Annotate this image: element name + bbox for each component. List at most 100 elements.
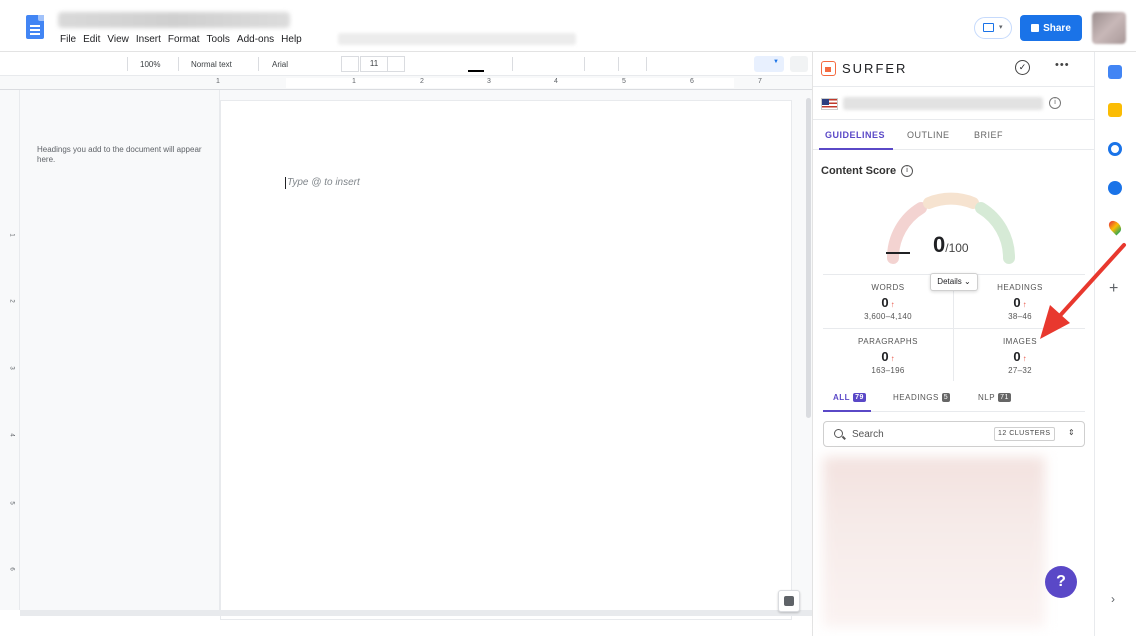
toolbar-divider [512, 57, 513, 71]
surfer-brand: SURFER [842, 61, 908, 76]
stat-images[interactable]: IMAGES 0 ↑ 27–32 [955, 337, 1085, 375]
share-label: Share [1043, 22, 1071, 34]
tasks-icon[interactable] [1108, 142, 1122, 156]
surfer-logo-icon [821, 61, 836, 76]
ruler-number: 5 [622, 78, 626, 85]
google-docs-logo-icon[interactable] [26, 15, 44, 39]
font-size-input[interactable]: 11 [360, 56, 388, 72]
stat-range: 27–32 [1008, 366, 1032, 375]
us-flag-icon [821, 98, 838, 110]
hide-menus-button[interactable] [790, 56, 808, 72]
filter-tab-nlp[interactable]: NLP 71 [978, 393, 1011, 402]
menu-view[interactable]: View [107, 34, 129, 45]
arrow-up-icon: ↑ [1022, 300, 1027, 309]
document-scrollbar[interactable] [806, 98, 811, 418]
ruler-number: 3 [8, 366, 15, 370]
increase-font-size-button[interactable] [387, 56, 405, 72]
term-search-box[interactable]: Search 12 CLUSTERS ⇕ [823, 421, 1085, 447]
gauge-segment-low [886, 202, 927, 264]
chevron-right-icon[interactable]: › [1111, 592, 1115, 606]
menu-help[interactable]: Help [281, 34, 302, 45]
stat-label: PARAGRAPHS [858, 337, 918, 346]
ruler-number: 1 [216, 78, 220, 85]
ruler-number: 2 [8, 299, 15, 303]
document-outline-panel: Headings you add to the document will ap… [20, 90, 220, 610]
outline-hint: Headings you add to the document will ap… [37, 145, 202, 164]
document-canvas: Type @ to insert [220, 90, 812, 620]
lock-icon [1031, 24, 1040, 32]
menu-addons[interactable]: Add-ons [237, 34, 274, 45]
tab-brief[interactable]: BRIEF [974, 130, 1003, 140]
gauge-segment-mid [923, 192, 979, 209]
menu-tools[interactable]: Tools [207, 34, 230, 45]
filter-tab-label: NLP [978, 393, 996, 402]
ruler-number: 4 [554, 78, 558, 85]
document-page[interactable]: Type @ to insert [220, 100, 792, 620]
surfer-header: SURFER ✓ ••• [813, 52, 1095, 86]
score-max: /100 [945, 241, 969, 255]
horizontal-ruler: 1 1 2 3 4 5 6 7 [0, 76, 812, 90]
decrease-font-size-button[interactable] [341, 56, 359, 72]
clusters-select[interactable]: 12 CLUSTERS [994, 427, 1055, 441]
details-dropdown[interactable]: Details ⌄ [930, 273, 978, 291]
calendar-icon[interactable] [1108, 65, 1122, 79]
stat-range: 3,600–4,140 [864, 312, 912, 321]
font-select[interactable]: Arial [272, 60, 288, 69]
more-options-icon[interactable]: ••• [1055, 59, 1070, 71]
surfer-tabs: GUIDELINES OUTLINE BRIEF [813, 120, 1095, 150]
arrow-up-icon: ↑ [890, 300, 895, 309]
style-select[interactable]: Normal text [191, 60, 232, 69]
info-icon[interactable]: i [901, 165, 913, 177]
stat-paragraphs[interactable]: PARAGRAPHS 0 ↑ 163–196 [823, 337, 953, 375]
contacts-icon[interactable] [1108, 181, 1122, 195]
side-panel-addons: + › [1094, 52, 1136, 636]
ruler-number: 3 [487, 78, 491, 85]
present-icon [983, 23, 994, 32]
document-placeholder[interactable]: Type @ to insert [285, 177, 360, 189]
filter-tab-all[interactable]: ALL 79 [833, 393, 866, 402]
toolbar-divider [618, 57, 619, 71]
content-score-title: Content Score [821, 165, 897, 177]
gauge-needle [886, 252, 910, 254]
editing-mode-button[interactable]: ▼ [754, 56, 784, 72]
surfer-sidebar: SURFER ✓ ••• i GUIDELINES OUTLINE BRIEF … [812, 52, 1095, 636]
account-avatar[interactable] [1092, 12, 1126, 44]
horizontal-scrollbar[interactable] [20, 610, 812, 616]
toolbar-divider [127, 57, 128, 71]
filter-tab-label: HEADINGS [893, 393, 939, 402]
info-icon[interactable]: i [1049, 97, 1061, 109]
keep-icon[interactable] [1108, 103, 1122, 117]
explore-button[interactable] [778, 590, 800, 612]
zoom-select[interactable]: 100% [140, 60, 160, 69]
arrow-up-icon: ↑ [1022, 354, 1027, 363]
document-title-redacted[interactable] [58, 12, 290, 28]
ruler-number: 1 [352, 78, 356, 85]
ruler-number: 6 [8, 567, 15, 571]
ruler-number: 5 [8, 501, 15, 505]
app-root: File Edit View Insert Format Tools Add-o… [0, 0, 1136, 636]
share-button[interactable]: Share [1020, 15, 1082, 41]
last-edit-redacted [338, 33, 576, 45]
question-mark-icon: ? [1056, 573, 1066, 590]
stat-value: 0 [881, 295, 889, 310]
maps-icon[interactable] [1106, 218, 1124, 236]
present-button[interactable]: ▾ [974, 17, 1012, 39]
formatting-toolbar: 100% Normal text Arial 11 ▼ [0, 52, 812, 76]
menu-insert[interactable]: Insert [136, 34, 161, 45]
add-addon-icon[interactable]: + [1109, 280, 1118, 298]
sort-arrows-icon[interactable]: ⇕ [1068, 428, 1075, 437]
tab-guidelines[interactable]: GUIDELINES [825, 130, 885, 140]
menu-file[interactable]: File [60, 34, 76, 45]
filter-tab-headings[interactable]: HEADINGS 5 [893, 393, 951, 402]
menu-edit[interactable]: Edit [83, 34, 100, 45]
tab-outline[interactable]: OUTLINE [907, 130, 950, 140]
help-button[interactable]: ? [1045, 566, 1077, 598]
stat-range: 163–196 [871, 366, 905, 375]
check-circle-icon[interactable]: ✓ [1015, 60, 1030, 75]
active-tab-indicator [819, 148, 893, 150]
keyword-redacted [843, 97, 1043, 110]
text-color-indicator[interactable] [468, 70, 484, 72]
chevron-down-icon: ⌄ [963, 277, 971, 286]
search-input[interactable]: Search [852, 429, 884, 440]
menu-format[interactable]: Format [168, 34, 200, 45]
